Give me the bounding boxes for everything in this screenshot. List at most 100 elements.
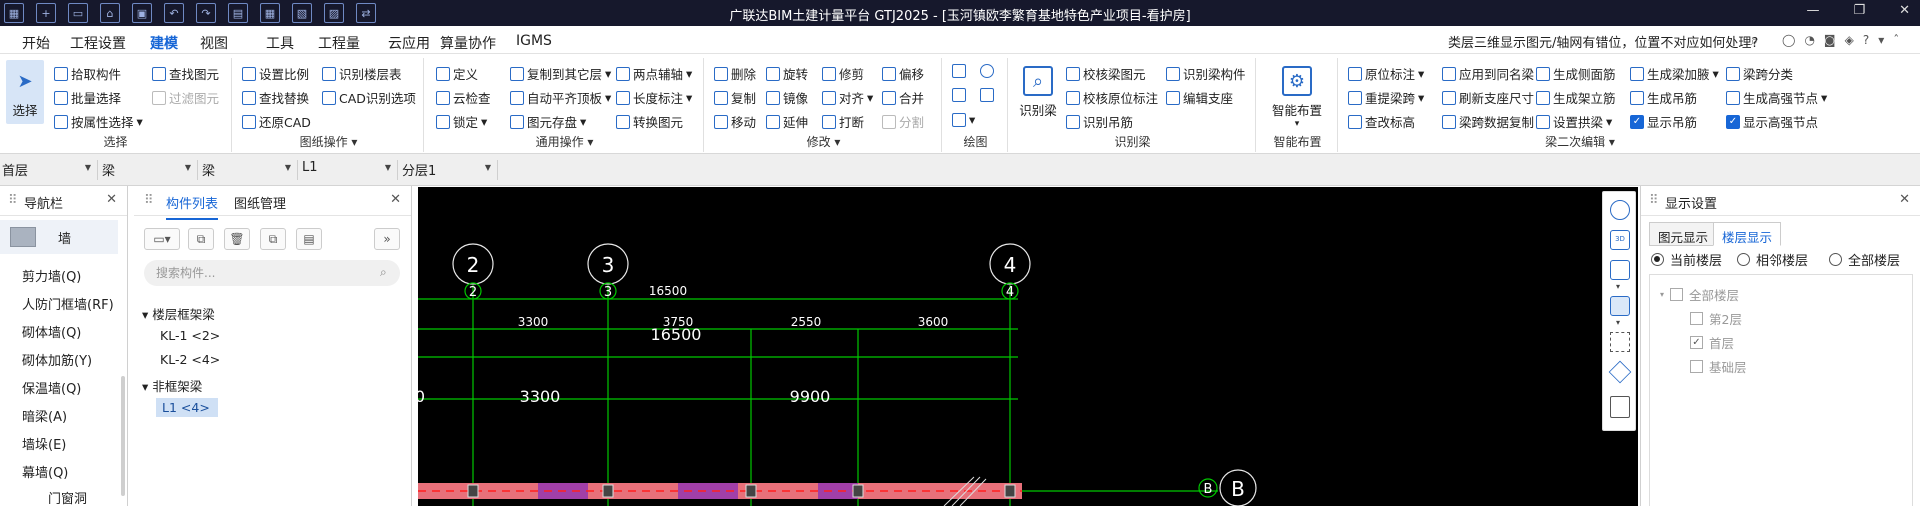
nav-item[interactable]: 暗梁(A): [22, 406, 67, 425]
new-component-button[interactable]: ▭▾: [144, 228, 180, 250]
drag-handle-icon[interactable]: ⠿: [8, 193, 18, 208]
show-hanger-checkbox[interactable]: ✓ 显示吊筋: [1630, 112, 1697, 131]
draw-arc-button[interactable]: ▾: [952, 112, 975, 127]
floor-tree-root[interactable]: ▾ 全部楼层: [1660, 285, 1739, 304]
recognize-hanger-button[interactable]: 识别吊筋: [1066, 112, 1133, 131]
drag-handle-icon[interactable]: ⠿: [144, 193, 154, 208]
floor-item[interactable]: 基础层: [1690, 357, 1747, 376]
element-save-button[interactable]: 图元存盘 ▾: [510, 112, 586, 131]
copy-to-other-floor-button[interactable]: 复制到其它层 ▾: [510, 64, 611, 83]
layer-select[interactable]: 分层1 ▼: [400, 160, 498, 180]
draw-point-button[interactable]: [952, 64, 966, 78]
beam-span-class-button[interactable]: 梁跨分类: [1726, 64, 1793, 83]
set-scale-button[interactable]: 设置比例: [242, 64, 309, 83]
generate-high-strength-node-button[interactable]: 生成高强节点 ▾: [1726, 88, 1827, 107]
nav-item[interactable]: 保温墙(Q): [22, 378, 81, 397]
nav-item[interactable]: 剪力墙(Q): [22, 266, 81, 285]
show-high-strength-node-checkbox[interactable]: ✓ 显示高强节点: [1726, 112, 1818, 131]
tree-group-frame-beam[interactable]: ▾ 楼层框架梁: [142, 304, 215, 323]
tab-floor-display[interactable]: 楼层显示: [1713, 222, 1782, 246]
rotate-button[interactable]: 旋转: [766, 64, 808, 83]
nav-category-wall[interactable]: 墙: [0, 220, 118, 254]
headset-icon[interactable]: ◔: [1804, 33, 1814, 47]
delete-button[interactable]: 删除: [714, 64, 756, 83]
tab-drawing-management[interactable]: 图纸管理: [234, 193, 286, 212]
close-icon[interactable]: ✕: [390, 192, 401, 207]
recognize-beam-component-button[interactable]: 识别梁构件: [1166, 64, 1246, 83]
two-point-axis-button[interactable]: 两点辅轴 ▾: [616, 64, 692, 83]
generate-haunch-button[interactable]: 生成梁加腋 ▾: [1630, 64, 1719, 83]
tab-quantities[interactable]: 工程量: [318, 33, 360, 53]
select-button[interactable]: ➤ 选择: [6, 60, 44, 124]
draw-line-button[interactable]: [952, 88, 966, 102]
cad-options-button[interactable]: CAD识别选项: [322, 88, 416, 107]
floor-select[interactable]: 首层 ▼: [0, 160, 98, 180]
tree-group-non-frame-beam[interactable]: ▾ 非框架梁: [142, 376, 202, 395]
convert-element-button[interactable]: 转换图元: [616, 112, 683, 131]
floor-item[interactable]: 第2层: [1690, 309, 1742, 328]
tree-item-selected[interactable]: L1 <4>: [156, 398, 218, 417]
tab-cloud[interactable]: 云应用: [388, 33, 430, 53]
nav-item[interactable]: 墙垛(E): [22, 434, 66, 453]
tab-start[interactable]: 开始: [22, 33, 50, 53]
copy-component-button[interactable]: ⧉: [188, 228, 214, 250]
tab-view[interactable]: 视图: [200, 33, 228, 53]
select-by-property-button[interactable]: 按属性选择 ▾: [54, 112, 143, 131]
restore-cad-button[interactable]: 还原CAD: [242, 112, 311, 131]
chevron-down-icon[interactable]: ▾: [1616, 318, 1620, 327]
component-select[interactable]: L1 ▼: [300, 160, 398, 180]
radio-all-floors[interactable]: 全部楼层: [1829, 250, 1900, 269]
tab-collaboration[interactable]: 算量协作: [440, 33, 496, 53]
chat-icon[interactable]: ◙: [1824, 33, 1836, 47]
merge-button[interactable]: 合并: [882, 88, 924, 107]
recognize-beam-button[interactable]: ⌕ 识别梁: [1016, 60, 1060, 119]
mirror-button[interactable]: 镜像: [766, 88, 808, 107]
minimize-icon[interactable]: —: [1806, 3, 1819, 18]
zoom-extents-icon[interactable]: [1610, 332, 1630, 352]
type-select[interactable]: 梁 ▼: [100, 160, 198, 180]
property-panel-icon[interactable]: [1610, 396, 1630, 418]
edit-support-button[interactable]: 编辑支座: [1166, 88, 1233, 107]
chevron-down-icon[interactable]: ▾: [1616, 282, 1620, 291]
re-extract-span-button[interactable]: 重提梁跨 ▾: [1348, 88, 1424, 107]
radio-adjacent-floor[interactable]: 相邻楼层: [1737, 250, 1808, 269]
check-beam-element-button[interactable]: 校核梁图元: [1066, 64, 1146, 83]
tab-igms[interactable]: IGMS: [516, 33, 552, 49]
align-button[interactable]: 对齐 ▾: [822, 88, 873, 107]
draw-rect-button[interactable]: [980, 88, 994, 102]
help-icon[interactable]: ?: [1863, 33, 1869, 47]
tab-component-list[interactable]: 构件列表: [166, 193, 219, 220]
refresh-support-button[interactable]: 刷新支座尺寸: [1442, 88, 1534, 107]
tab-element-display[interactable]: 图元显示: [1649, 222, 1718, 246]
auto-align-slab-button[interactable]: 自动平齐顶板 ▾: [510, 88, 611, 107]
sort-component-button[interactable]: ▤: [296, 228, 322, 250]
split-button[interactable]: 分割: [882, 112, 924, 131]
drag-handle-icon[interactable]: ⠿: [1649, 193, 1659, 208]
tree-item[interactable]: KL-1 <2>: [160, 328, 220, 343]
collapse-ribbon-icon[interactable]: ˆ: [1893, 33, 1899, 47]
generate-side-rebar-button[interactable]: 生成侧面筋: [1536, 64, 1616, 83]
component-view-icon[interactable]: [1608, 360, 1632, 384]
in-situ-label-button[interactable]: 原位标注 ▾: [1348, 64, 1424, 83]
change-elevation-button[interactable]: 查改标高: [1348, 112, 1415, 131]
drawing-canvas[interactable]: 2 3 4 B B 2 3 4 16500 3300 3750 2550 360…: [418, 187, 1638, 506]
filter-element-button[interactable]: 过滤图元: [152, 88, 219, 107]
draw-circle-button[interactable]: [980, 64, 994, 78]
cad-drawing[interactable]: 2 3 4 B B 2 3 4 16500 3300 3750 2550 360…: [418, 187, 1638, 506]
delete-component-button[interactable]: 🗑: [224, 228, 250, 250]
help-search[interactable]: 类层三维显示图元/轴网有错位，位置不对应如何处理? ⌕: [1448, 32, 1762, 52]
check-in-situ-label-button[interactable]: 校核原位标注: [1066, 88, 1158, 107]
gift-icon[interactable]: ◈: [1845, 33, 1854, 47]
cube-view-icon[interactable]: [1610, 260, 1630, 280]
more-tools-button[interactable]: »: [374, 228, 400, 250]
extend-button[interactable]: 延伸: [766, 112, 808, 131]
close-icon[interactable]: ✕: [1899, 192, 1910, 207]
copy-button[interactable]: 复制: [714, 88, 756, 107]
offset-button[interactable]: 偏移: [882, 64, 924, 83]
restore-icon[interactable]: ❐: [1853, 3, 1865, 18]
3d-view-icon[interactable]: 3D: [1610, 230, 1630, 250]
find-replace-button[interactable]: 查找替换: [242, 88, 309, 107]
nav-item[interactable]: 门窗洞: [48, 488, 87, 507]
close-icon[interactable]: ✕: [1899, 3, 1910, 18]
search-icon[interactable]: ⌕: [380, 265, 387, 280]
